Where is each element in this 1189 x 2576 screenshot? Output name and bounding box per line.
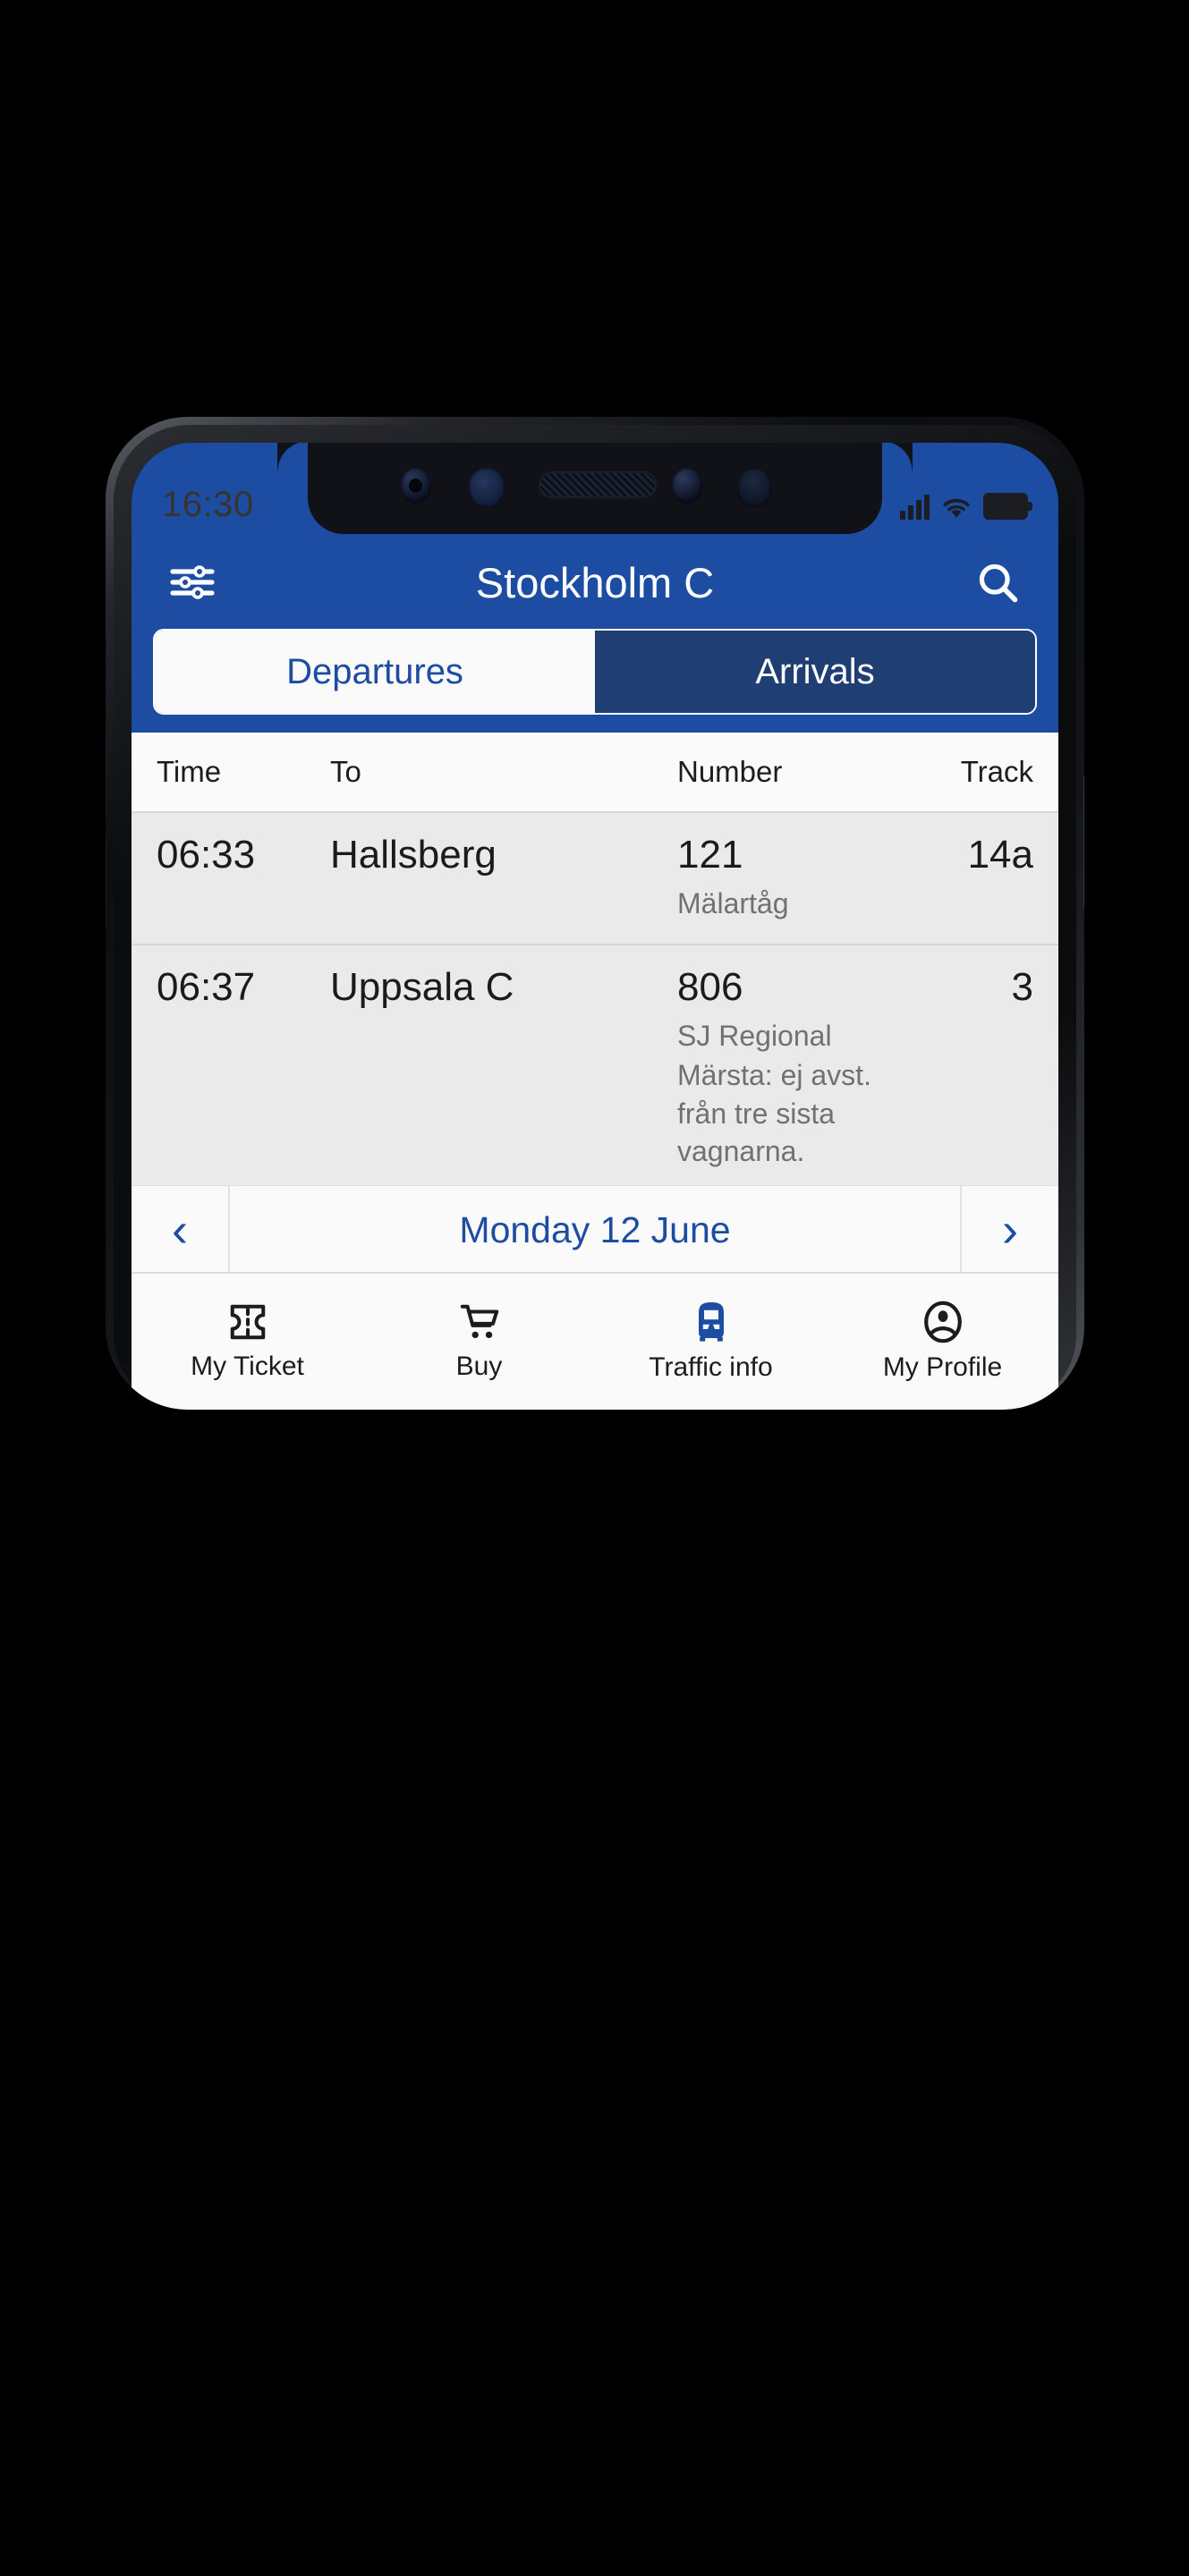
earpiece-speaker	[539, 471, 657, 498]
cart-icon	[460, 1304, 498, 1339]
cell-track: 14a	[967, 833, 1033, 877]
nav-item-my-profile[interactable]: My Profile	[827, 1274, 1058, 1410]
signal-icon	[900, 495, 930, 520]
column-header-time: Time	[157, 755, 222, 788]
cell-operator: Mälartåg	[677, 887, 789, 919]
wifi-icon	[941, 496, 972, 520]
cell-number-block: 121 Mälartåg	[677, 833, 892, 922]
phone-screen: 16:30 Stockholm C Departures Arrivals Ti…	[132, 443, 1058, 1410]
table-row[interactable]: 06:33 Hallsberg 121 Mälartåg 14a	[132, 813, 1058, 946]
cell-destination: Uppsala C	[330, 965, 514, 1010]
ambient-light-sensor-icon	[672, 468, 702, 504]
dot-projector-icon	[737, 468, 771, 507]
departures-arrivals-segment: Departures Arrivals	[132, 629, 1058, 736]
nav-item-traffic-info[interactable]: Traffic info	[595, 1274, 827, 1410]
ticket-icon	[230, 1304, 265, 1340]
column-headers: Time To Number Track	[132, 733, 1058, 813]
search-icon[interactable]	[969, 554, 1026, 611]
nav-label-my-ticket: My Ticket	[191, 1352, 304, 1381]
battery-icon	[983, 493, 1032, 520]
departures-list[interactable]: Time To Number Track 06:33 Hallsberg 121 Mä…	[132, 733, 1058, 1188]
nav-label-traffic-info: Traffic info	[649, 1352, 773, 1382]
cell-note: Märsta: ej avst. från tre sista vagnarna…	[677, 1059, 871, 1167]
selected-date-label[interactable]: Monday 12 June	[230, 1186, 960, 1274]
table-row[interactable]: 06:37 Uppsala C 806 SJ Regional Märsta: ej a…	[132, 945, 1058, 1188]
cell-track: 3	[1011, 965, 1033, 1010]
cell-train-number: 806	[677, 965, 743, 1010]
status-icons	[900, 493, 1032, 520]
cell-destination: Hallsberg	[330, 833, 497, 877]
nav-item-my-ticket[interactable]: My Ticket	[132, 1274, 363, 1410]
tune-icon[interactable]	[164, 554, 221, 611]
date-navigation-bar: ‹ Monday 12 June ›	[132, 1185, 1058, 1274]
phone-device: 16:30 Stockholm C Departures Arrivals Ti…	[106, 417, 1084, 1410]
status-time: 16:30	[162, 484, 254, 524]
tab-departures[interactable]: Departures	[155, 631, 595, 713]
app-header: Stockholm C	[132, 536, 1058, 629]
nav-item-buy[interactable]: Buy	[363, 1274, 595, 1410]
nav-label-my-profile: My Profile	[882, 1352, 1003, 1382]
chevron-left-icon[interactable]: ‹	[132, 1186, 230, 1274]
bottom-navigation: My Ticket Buy Traffic info My Profile	[132, 1272, 1058, 1410]
cell-time: 06:37	[157, 965, 256, 1010]
cell-operator: SJ Regional	[677, 1020, 832, 1053]
cell-number-block: 806 SJ Regional Märsta: ej avst. från tre …	[677, 965, 892, 1170]
nav-label-buy: Buy	[455, 1352, 503, 1381]
train-icon	[698, 1302, 724, 1342]
column-header-number: Number	[677, 755, 783, 788]
cell-train-number: 121	[677, 833, 743, 877]
phone-bezel: 16:30 Stockholm C Departures Arrivals Ti…	[114, 425, 1076, 1410]
power-button[interactable]	[1083, 775, 1084, 909]
column-header-track: Track	[960, 755, 1033, 788]
chevron-right-icon[interactable]: ›	[960, 1186, 1058, 1274]
screenshot-root: 16:30 Stockholm C Departures Arrivals Ti…	[0, 0, 1189, 2576]
page-title: Stockholm C	[475, 558, 715, 606]
proximity-sensor-icon	[469, 468, 505, 507]
display-notch	[277, 443, 882, 534]
cell-time: 06:33	[157, 833, 256, 877]
front-camera-icon	[401, 468, 431, 504]
column-header-to: To	[330, 755, 361, 788]
tab-arrivals[interactable]: Arrivals	[595, 631, 1035, 713]
person-icon	[923, 1301, 962, 1343]
